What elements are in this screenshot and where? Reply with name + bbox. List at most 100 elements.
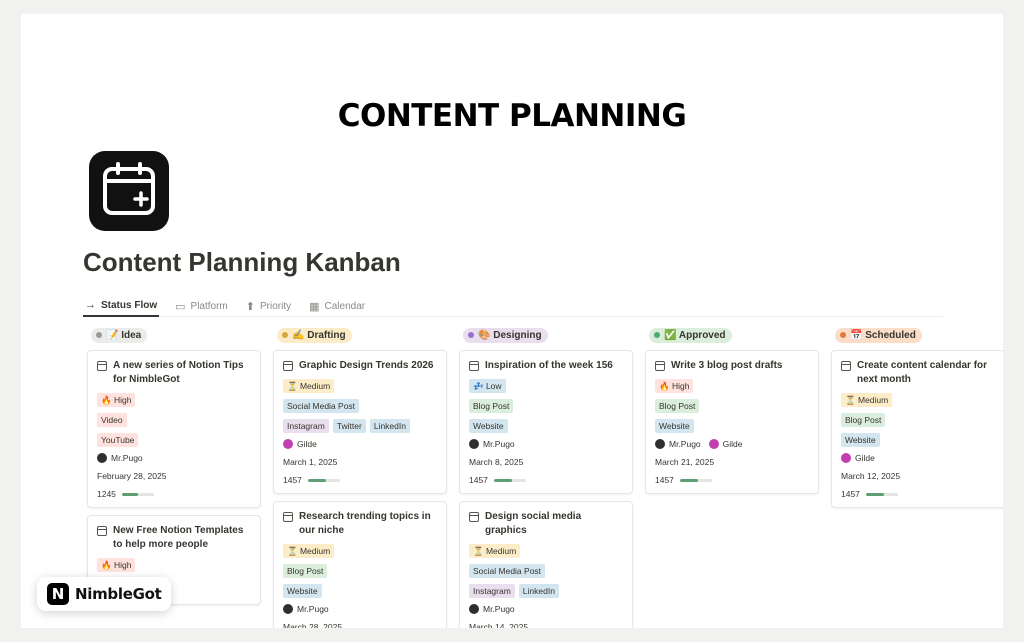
tag: Blog Post <box>655 399 700 413</box>
person-name: Gilde <box>297 439 317 449</box>
tag: Twitter <box>332 419 366 433</box>
person: Mr.Pugo <box>469 604 515 614</box>
progress-row: 1457 <box>469 475 624 485</box>
progress-bar <box>493 478 526 482</box>
progress-bar <box>307 478 340 482</box>
calendar-plus-icon <box>89 151 169 231</box>
column-header: ✍️ Drafting <box>277 327 447 343</box>
person-name: Mr.Pugo <box>111 453 143 463</box>
kanban-card[interactable]: A new series of Notion Tips for NimbleGo… <box>87 350 261 508</box>
card-title-text: Create content calendar for next month <box>857 360 988 385</box>
status-pill[interactable]: 📝 Idea <box>91 327 148 343</box>
card-date: March 8, 2025 <box>469 457 524 467</box>
card-date: March 28, 2025 <box>283 622 343 628</box>
tab-icon: ▭ <box>175 300 186 313</box>
priority-row: ⏳ Medium <box>469 544 624 558</box>
priority-row: ⏳ Medium <box>283 379 438 393</box>
brand-name: NimbleGot <box>75 585 162 603</box>
tab-label: Calendar <box>324 300 366 312</box>
status-pill[interactable]: 📅 Scheduled <box>835 327 922 343</box>
tag: Social Media Post <box>283 399 360 413</box>
tab-priority[interactable]: ⬆ Priority <box>244 295 293 317</box>
card-date: March 12, 2025 <box>841 471 901 481</box>
kanban-board: 📝 Idea A new series of Notion Tips for Ni… <box>83 327 1003 628</box>
card-title: Design social media graphics <box>469 510 624 538</box>
card-title-text: A new series of Notion Tips for NimbleGo… <box>113 360 244 385</box>
priority-tag: ⏳ Medium <box>841 393 893 407</box>
card-title: Write 3 blog post drafts <box>655 359 810 373</box>
tag: Instagram <box>469 584 515 598</box>
avatar <box>841 453 851 463</box>
progress-number: 1457 <box>469 475 488 485</box>
card-date: March 1, 2025 <box>283 457 338 467</box>
kanban-card[interactable]: Research trending topics in our niche ⏳ M… <box>273 501 447 628</box>
priority-tag: 🔥 High <box>655 379 694 393</box>
status-dot <box>96 332 102 338</box>
card-title: Create content calendar for next month <box>841 359 996 387</box>
tag-row: Video <box>97 413 252 427</box>
status-label: 📅 Scheduled <box>850 329 916 341</box>
card-title-text: New Free Notion Templates to help more p… <box>113 525 244 550</box>
kanban-card[interactable]: Create content calendar for next month ⏳ … <box>831 350 1003 508</box>
person: Gilde <box>841 453 875 463</box>
card-title: A new series of Notion Tips for NimbleGo… <box>97 359 252 387</box>
avatar <box>97 453 107 463</box>
status-pill[interactable]: 🎨 Designing <box>463 327 548 343</box>
avatar <box>469 439 479 449</box>
tab-label: Priority <box>259 300 292 312</box>
priority-row: 🔥 High <box>97 393 252 407</box>
calendar-icon <box>283 512 293 522</box>
view-tabs: → Status Flow ▭ Platform ⬆ Priority ▦ Calendar <box>83 295 943 317</box>
tab-label: Platform <box>190 300 228 312</box>
person-name: Mr.Pugo <box>483 604 515 614</box>
priority-row: 🔥 High <box>655 379 810 393</box>
tab-icon: ▦ <box>309 300 320 313</box>
tag: Website <box>655 419 694 433</box>
progress-row: 1457 <box>283 475 438 485</box>
progress-row: 1245 <box>97 489 252 499</box>
status-dot <box>840 332 846 338</box>
tab-platform[interactable]: ▭ Platform <box>173 295 230 317</box>
priority-tag: ⏳ Medium <box>283 379 335 393</box>
tag: Blog Post <box>841 413 886 427</box>
tab-status-flow[interactable]: → Status Flow <box>83 295 160 317</box>
progress-bar-fill <box>865 492 884 496</box>
people-row: Gilde <box>283 439 438 449</box>
calendar-icon <box>97 526 107 536</box>
tag: Website <box>841 433 880 447</box>
kanban-card[interactable]: Graphic Design Trends 2026 ⏳ Medium Social… <box>273 350 447 494</box>
progress-bar-fill <box>679 478 698 482</box>
calendar-icon <box>469 512 479 522</box>
tag: Website <box>469 419 508 433</box>
person-name: Mr.Pugo <box>483 439 515 449</box>
column-4: 📅 Scheduled Create content calendar for n… <box>831 327 1003 515</box>
tag-row: Blog Post <box>469 399 624 413</box>
tag-row: Website <box>655 419 810 433</box>
people-row: Mr.Pugo Gilde <box>655 439 810 449</box>
tag-row: Blog Post <box>655 399 810 413</box>
column-2: 🎨 Designing Inspiration of the week 156 💤 … <box>459 327 633 628</box>
person: Mr.Pugo <box>655 439 701 449</box>
card-title: Research trending topics in our niche <box>283 510 438 538</box>
tab-label: Status Flow <box>101 299 158 311</box>
card-title: Graphic Design Trends 2026 <box>283 359 438 373</box>
progress-row: 1457 <box>655 475 810 485</box>
tag-row: Instagram Twitter LinkedIn <box>283 419 438 433</box>
tag-row: Social Media Post <box>469 564 624 578</box>
card-title-text: Inspiration of the week 156 <box>485 360 613 371</box>
tab-calendar[interactable]: ▦ Calendar <box>307 295 367 317</box>
progress-number: 1457 <box>283 475 302 485</box>
kanban-card[interactable]: Write 3 blog post drafts 🔥 High Blog Post W… <box>645 350 819 494</box>
person-name: Mr.Pugo <box>669 439 701 449</box>
person: Mr.Pugo <box>97 453 143 463</box>
status-pill[interactable]: ✅ Approved <box>649 327 732 343</box>
card-title-text: Design social media graphics <box>485 511 582 536</box>
status-label: 📝 Idea <box>106 329 142 341</box>
column-0: 📝 Idea A new series of Notion Tips for Ni… <box>87 327 261 612</box>
people-row: Mr.Pugo <box>97 453 252 463</box>
kanban-card[interactable]: Inspiration of the week 156 💤 Low Blog Pos… <box>459 350 633 494</box>
status-pill[interactable]: ✍️ Drafting <box>277 327 352 343</box>
tag: Social Media Post <box>469 564 546 578</box>
column-3: ✅ Approved Write 3 blog post drafts 🔥 High… <box>645 327 819 501</box>
kanban-card[interactable]: Design social media graphics ⏳ Medium Soci… <box>459 501 633 628</box>
